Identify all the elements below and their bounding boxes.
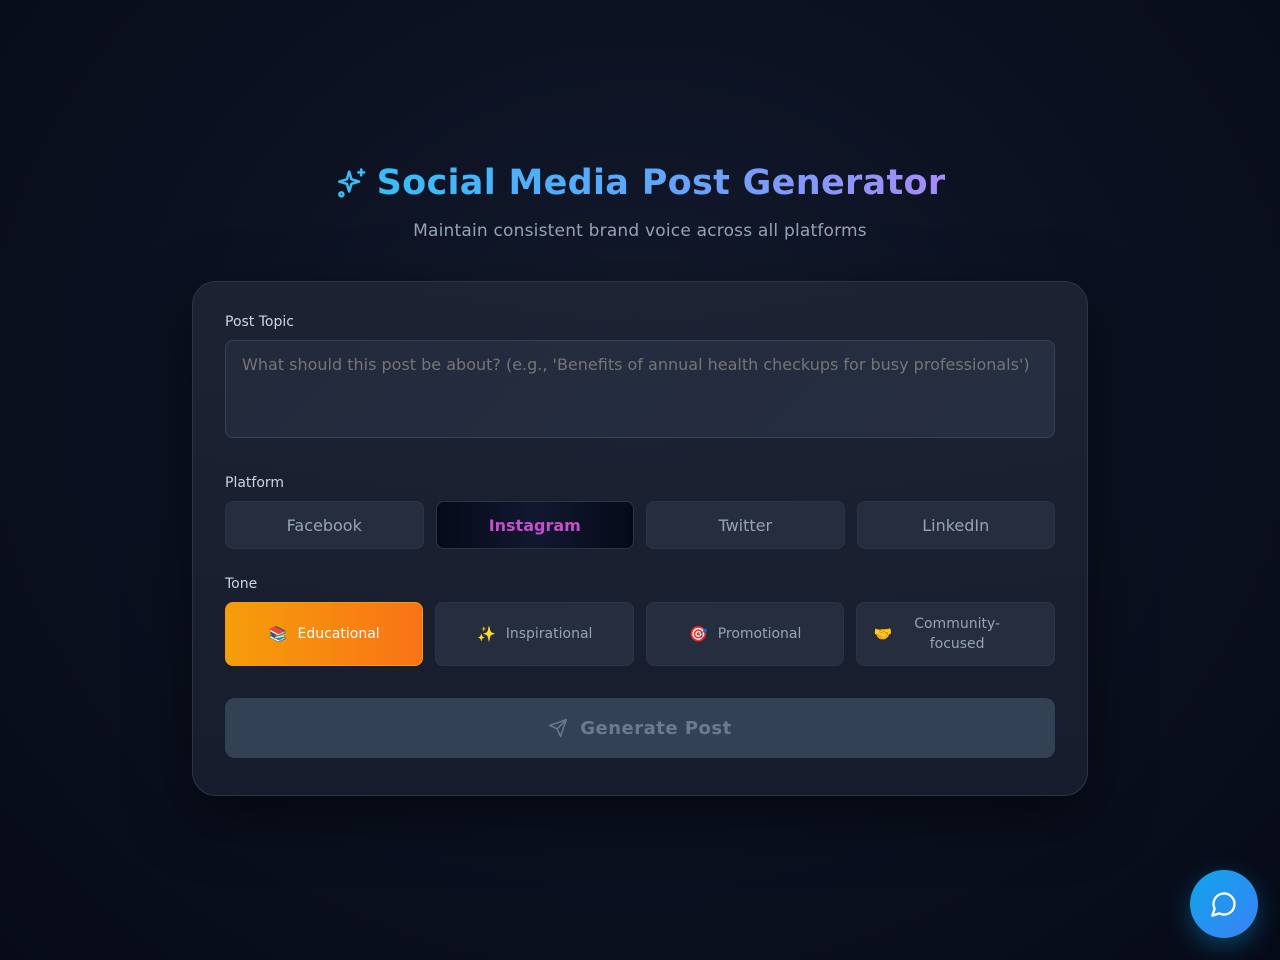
topic-input[interactable] [225, 340, 1055, 438]
tone-educational-button[interactable]: 📚 Educational [225, 602, 424, 666]
tone-label-text: Educational [297, 626, 380, 642]
tone-label-text: Community-focused [914, 616, 1001, 652]
tone-community-button[interactable]: 🤝 Community-focused [856, 602, 1055, 666]
tone-options: 📚 Educational ✨ Inspirational 🎯 Promotio… [225, 602, 1055, 666]
tone-promotional-button[interactable]: 🎯 Promotional [645, 602, 845, 666]
target-icon: 🎯 [689, 625, 708, 643]
generate-post-button[interactable]: Generate Post [225, 698, 1055, 758]
sparkles-emoji-icon: ✨ [477, 625, 496, 643]
platform-options: Facebook Instagram Twitter LinkedIn [225, 501, 1055, 549]
topic-label: Post Topic [225, 314, 294, 330]
platform-facebook-button[interactable]: Facebook [225, 501, 424, 549]
sparkles-icon [337, 168, 365, 198]
platform-label: Platform [225, 475, 285, 491]
generate-post-label: Generate Post [580, 717, 732, 739]
title-row: Social Media Post Generator [0, 163, 1280, 203]
header: Social Media Post Generator Maintain con… [0, 163, 1280, 241]
handshake-icon: 🤝 [873, 625, 893, 643]
tone-label: Tone [225, 576, 258, 592]
page-title: Social Media Post Generator [376, 163, 946, 203]
chat-bubble-icon [1211, 892, 1236, 917]
tone-inspirational-button[interactable]: ✨ Inspirational [435, 602, 634, 666]
generator-card: Post Topic Platform Facebook Instagram T… [192, 281, 1088, 796]
books-icon: 📚 [268, 625, 288, 643]
platform-twitter-button[interactable]: Twitter [646, 501, 845, 549]
page-subtitle: Maintain consistent brand voice across a… [413, 221, 867, 241]
page: Social Media Post Generator Maintain con… [0, 0, 1280, 960]
platform-instagram-button[interactable]: Instagram [435, 501, 634, 549]
chat-button[interactable] [1190, 870, 1258, 938]
platform-linkedin-button[interactable]: LinkedIn [856, 501, 1055, 549]
send-icon [549, 718, 568, 738]
tone-label-text: Promotional [717, 626, 802, 642]
tone-label-text: Inspirational [505, 626, 593, 642]
